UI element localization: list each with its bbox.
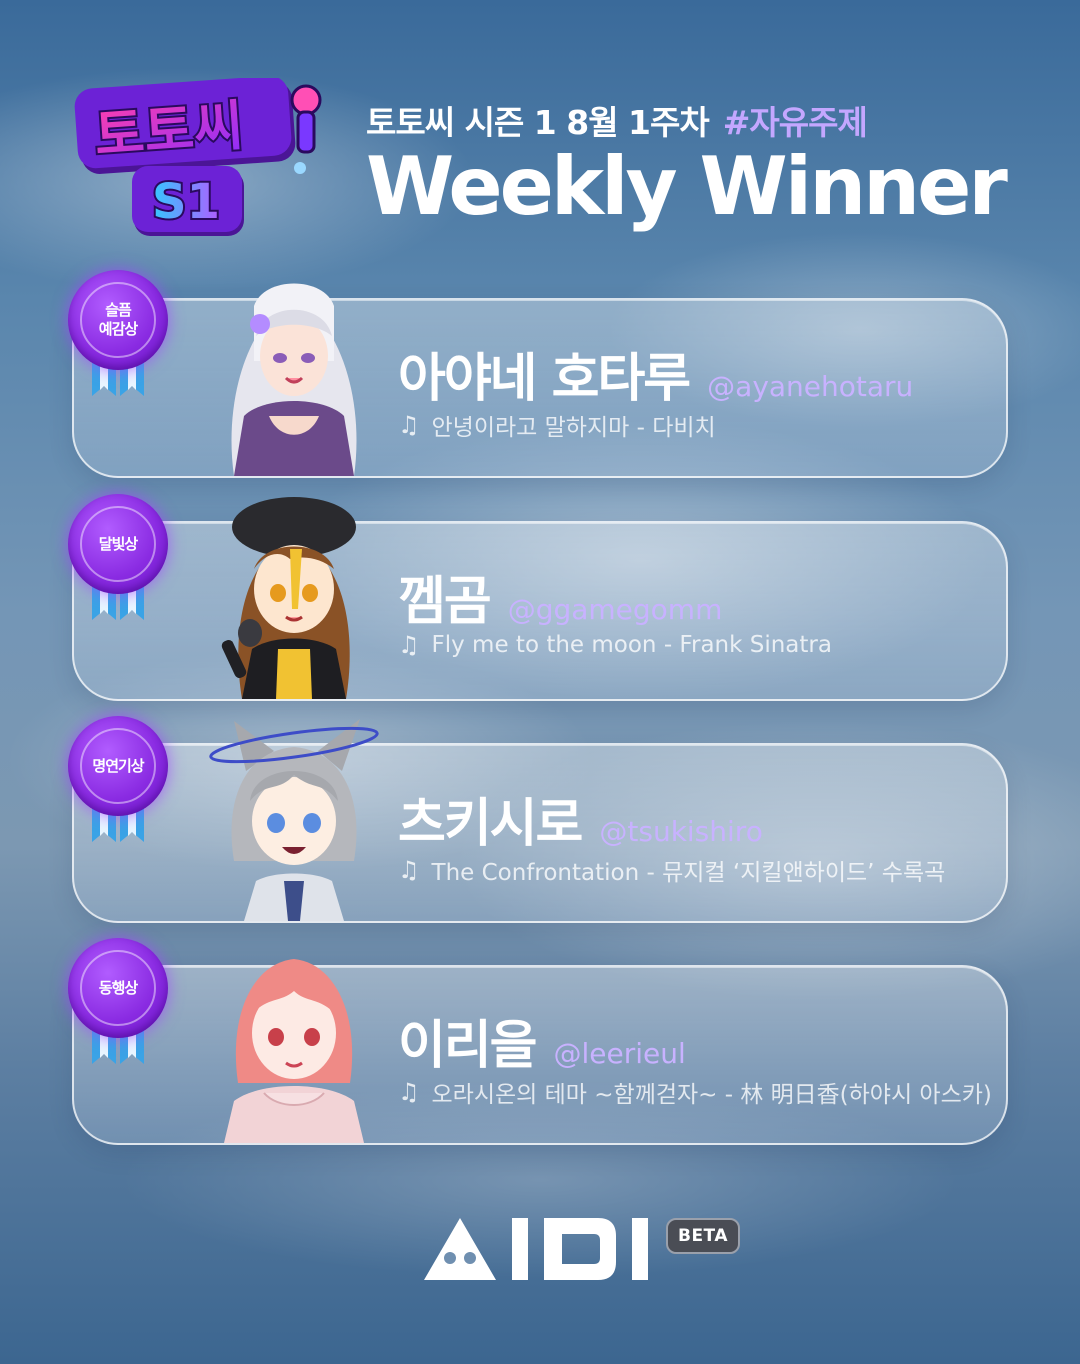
award-medal: 동행상 bbox=[68, 938, 168, 1038]
music-note-icon: ♫ bbox=[398, 631, 420, 659]
logo-line1: 토토씨 bbox=[93, 94, 246, 167]
winner-name-line: 아야네 호타루 @ayanehotaru bbox=[398, 336, 913, 411]
beta-badge: BETA bbox=[666, 1218, 740, 1254]
winner-avatar bbox=[209, 719, 379, 921]
song-line: ♫ The Confrontation - 뮤지컬 ‘지킬앤하이드’ 수록곡 bbox=[398, 853, 945, 887]
song-line: ♫ 안녕이라고 말하지마 - 다비치 bbox=[398, 408, 716, 442]
winner-handle[interactable]: @tsukishiro bbox=[599, 815, 762, 848]
winner-handle[interactable]: @ayanehotaru bbox=[707, 370, 913, 403]
winner-handle[interactable]: @ggamegomm bbox=[508, 593, 723, 626]
award-label: 달빛상 bbox=[98, 534, 138, 553]
winner-card: 이리을 @leerieul ♫ 오라시온의 테마 ~함께걷자~ - 林 明日香(… bbox=[72, 959, 1008, 1145]
winner-name-line: 껨곰 @ggamegomm bbox=[398, 559, 722, 634]
award-ribbon: 명연기상 bbox=[66, 716, 170, 846]
award-medal: 달빛상 bbox=[68, 494, 168, 594]
award-label: 동행상 bbox=[98, 978, 138, 997]
award-medal: 슬픔 예감상 bbox=[68, 270, 168, 370]
award-label: 명연기상 bbox=[92, 756, 144, 775]
winner-name: 츠키시로 bbox=[398, 794, 583, 854]
award-label: 슬픔 예감상 bbox=[98, 301, 138, 338]
song-title: 오라시온의 테마 ~함께걷자~ - 林 明日香(하야시 아스카) bbox=[431, 1082, 992, 1108]
winner-name: 껨곰 bbox=[398, 572, 492, 632]
winner-card: 츠키시로 @tsukishiro ♫ The Confrontation - 뮤… bbox=[72, 719, 1008, 923]
award-ribbon: 달빛상 bbox=[66, 494, 170, 624]
song-line: ♫ 오라시온의 테마 ~함께걷자~ - 林 明日香(하야시 아스카) bbox=[398, 1075, 992, 1109]
winner-avatar bbox=[231, 283, 357, 476]
page-title: Weekly Winner bbox=[366, 140, 1008, 233]
winner-avatar bbox=[221, 497, 356, 699]
award-ribbon: 슬픔 예감상 bbox=[66, 270, 170, 400]
song-title: Fly me to the moon - Frank Sinatra bbox=[431, 632, 832, 658]
music-note-icon: ♫ bbox=[398, 1078, 420, 1106]
winner-avatar bbox=[224, 959, 364, 1143]
song-title: 안녕이라고 말하지마 - 다비치 bbox=[431, 415, 716, 441]
music-note-icon: ♫ bbox=[398, 411, 420, 439]
winner-name: 아야네 호타루 bbox=[398, 349, 691, 409]
music-note-icon: ♫ bbox=[398, 856, 420, 884]
winner-card: 아야네 호타루 @ayanehotaru ♫ 안녕이라고 말하지마 - 다비치 bbox=[72, 283, 1008, 478]
winner-handle[interactable]: @leerieul bbox=[554, 1037, 686, 1070]
header-subtitle: 토토씨 시즌 1 8월 1주차 #자유주제 bbox=[366, 96, 868, 144]
song-title: The Confrontation - 뮤지컬 ‘지킬앤하이드’ 수록곡 bbox=[431, 860, 946, 886]
award-medal: 명연기상 bbox=[68, 716, 168, 816]
totossi-s1-logo: 토토씨 S1 bbox=[74, 78, 322, 236]
winner-name-line: 츠키시로 @tsukishiro bbox=[398, 781, 763, 856]
award-ribbon: 동행상 bbox=[66, 938, 170, 1068]
midi-brand-logo bbox=[424, 1218, 648, 1280]
winner-name-line: 이리을 @leerieul bbox=[398, 1003, 686, 1078]
logo-line2: S1 bbox=[152, 174, 220, 230]
winner-card: 껨곰 @ggamegomm ♫ Fly me to the moon - Fra… bbox=[72, 497, 1008, 701]
microphone-icon bbox=[290, 84, 322, 174]
season-week-label: 토토씨 시즌 1 8월 1주차 bbox=[366, 103, 710, 142]
winner-name: 이리을 bbox=[398, 1016, 538, 1076]
song-line: ♫ Fly me to the moon - Frank Sinatra bbox=[398, 631, 832, 659]
topic-tag: #자유주제 bbox=[722, 103, 868, 142]
